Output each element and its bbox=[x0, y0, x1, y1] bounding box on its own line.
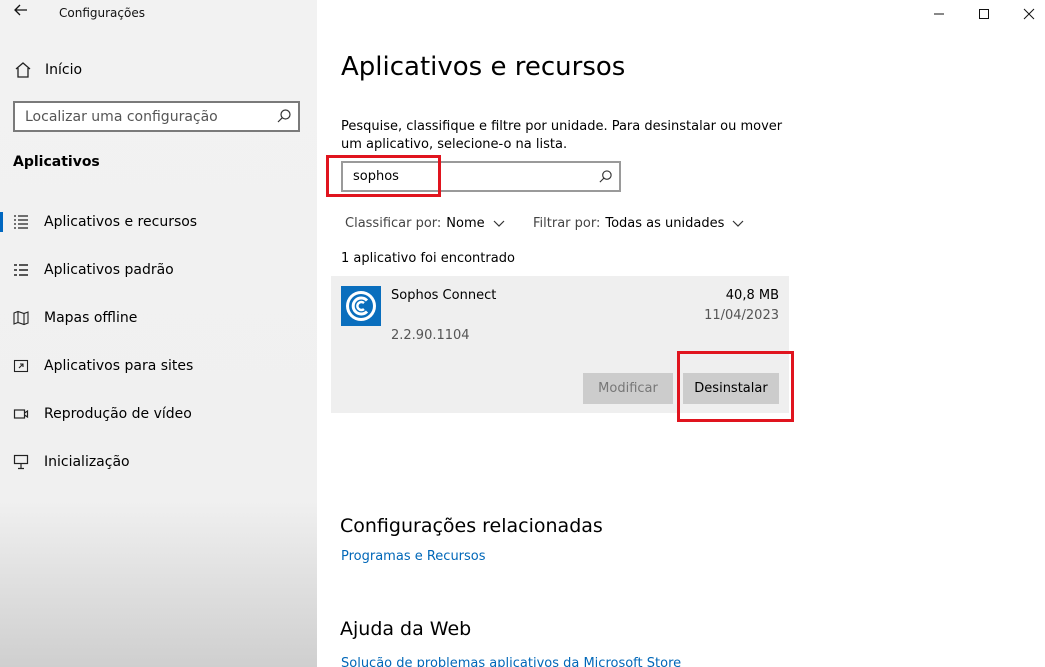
sidebar-item-label: Mapas offline bbox=[44, 310, 138, 326]
filter-label: Filtrar por: bbox=[533, 216, 601, 231]
home-icon bbox=[13, 60, 33, 80]
window-title: Configurações bbox=[59, 6, 145, 20]
page-description: Pesquise, classifique e filtre por unida… bbox=[341, 119, 783, 152]
sidebar-item-label: Aplicativos para sites bbox=[44, 358, 194, 374]
sidebar-item-apps-features[interactable]: Aplicativos e recursos bbox=[0, 202, 317, 242]
app-version: 2.2.90.1104 bbox=[391, 328, 470, 343]
startup-icon bbox=[13, 454, 29, 470]
apps-list-icon bbox=[13, 214, 29, 230]
sidebar-item-label: Aplicativos padrão bbox=[44, 262, 174, 278]
close-icon bbox=[1023, 8, 1035, 20]
results-count: 1 aplicativo foi encontrado bbox=[341, 251, 515, 266]
related-settings-title: Configurações relacionadas bbox=[340, 515, 603, 537]
sort-label: Classificar por: bbox=[345, 216, 442, 231]
highlight-uninstall-button bbox=[677, 351, 794, 422]
open-website-icon bbox=[13, 358, 29, 374]
video-icon bbox=[13, 406, 29, 422]
web-help-title: Ajuda da Web bbox=[340, 618, 472, 640]
minimize-button[interactable] bbox=[916, 0, 962, 28]
minimize-icon bbox=[934, 13, 944, 15]
filter-dropdown[interactable]: Filtrar por: Todas as unidades bbox=[533, 216, 744, 231]
app-name: Sophos Connect bbox=[391, 288, 497, 303]
maximize-button[interactable] bbox=[961, 0, 1007, 28]
sidebar-item-default-apps[interactable]: Aplicativos padrão bbox=[0, 250, 317, 290]
default-apps-icon bbox=[13, 262, 29, 278]
sidebar: Configurações Início Localizar uma confi… bbox=[0, 0, 317, 667]
page-title: Aplicativos e recursos bbox=[341, 52, 626, 82]
maximize-icon bbox=[979, 9, 989, 19]
home-label: Início bbox=[45, 62, 83, 78]
sort-dropdown[interactable]: Classificar por: Nome bbox=[345, 216, 505, 231]
sidebar-item-startup[interactable]: Inicialização bbox=[0, 442, 317, 482]
sidebar-section-title: Aplicativos bbox=[13, 154, 100, 170]
sort-value: Nome bbox=[446, 216, 485, 231]
programs-features-link[interactable]: Programas e Recursos bbox=[341, 549, 486, 564]
highlight-search-box bbox=[326, 155, 441, 197]
sidebar-item-video-playback[interactable]: Reprodução de vídeo bbox=[0, 394, 317, 434]
search-icon[interactable] bbox=[276, 108, 292, 124]
back-arrow-icon[interactable] bbox=[10, 2, 32, 24]
app-install-date: 11/04/2023 bbox=[704, 308, 779, 323]
close-button[interactable] bbox=[1006, 0, 1045, 28]
sophos-app-icon bbox=[341, 286, 381, 326]
search-icon[interactable] bbox=[598, 169, 613, 184]
app-size: 40,8 MB bbox=[725, 288, 779, 303]
sidebar-item-label: Aplicativos e recursos bbox=[44, 214, 198, 230]
sidebar-item-offline-maps[interactable]: Mapas offline bbox=[0, 298, 317, 338]
settings-search-placeholder: Localizar uma configuração bbox=[25, 109, 218, 125]
modify-button[interactable]: Modificar bbox=[583, 373, 673, 404]
chevron-down-icon bbox=[732, 220, 744, 227]
sidebar-item-apps-for-websites[interactable]: Aplicativos para sites bbox=[0, 346, 317, 386]
map-icon bbox=[13, 310, 29, 326]
settings-search-input[interactable]: Localizar uma configuração bbox=[13, 101, 300, 132]
chevron-down-icon bbox=[493, 220, 505, 227]
store-troubleshoot-link[interactable]: Solução de problemas aplicativos da Micr… bbox=[341, 656, 681, 667]
sidebar-home[interactable]: Início bbox=[13, 60, 82, 80]
sidebar-item-label: Reprodução de vídeo bbox=[44, 406, 192, 422]
filter-value: Todas as unidades bbox=[605, 216, 725, 231]
sidebar-item-label: Inicialização bbox=[44, 454, 130, 470]
